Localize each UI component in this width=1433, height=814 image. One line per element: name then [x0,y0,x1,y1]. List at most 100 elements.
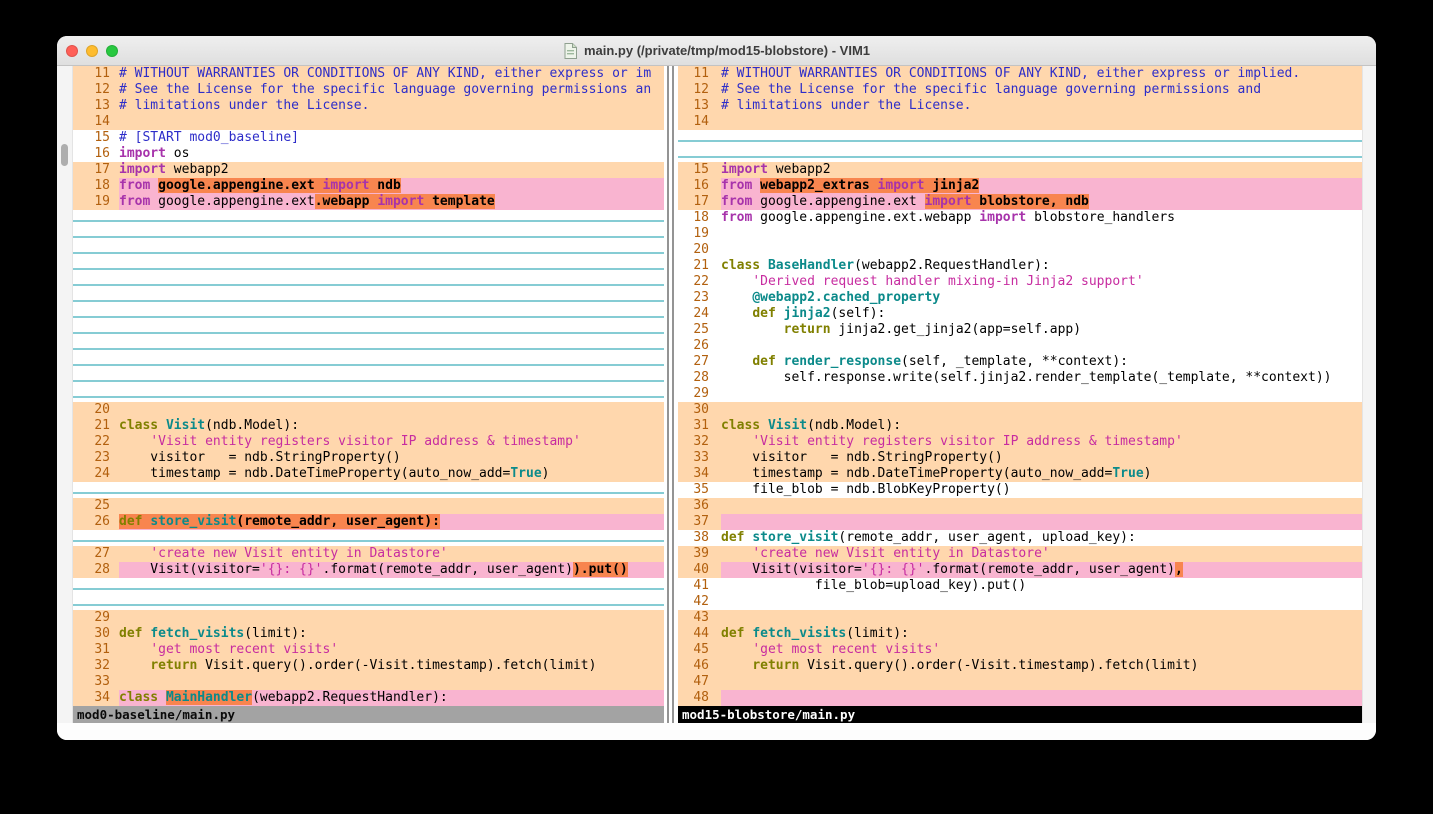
vim-pane-right[interactable]: 11# WITHOUT WARRANTIES OR CONDITIONS OF … [678,66,1362,723]
code-text [721,498,1362,514]
code-line-28: 28 Visit(visitor='{}: {}'.format(remote_… [73,562,664,578]
line-number: 19 [678,226,721,242]
vim-pane-left[interactable]: 11# WITHOUT WARRANTIES OR CONDITIONS OF … [73,66,664,723]
line-number: 24 [678,306,721,322]
titlebar[interactable]: main.py (/private/tmp/mod15-blobstore) -… [57,36,1376,66]
line-number: 36 [678,498,721,514]
line-number: 45 [678,642,721,658]
code-line-23: 23 visitor = ndb.StringProperty() [73,450,664,466]
code-text: class MainHandler(webapp2.RequestHandler… [119,690,664,706]
code-text: Visit(visitor='{}: {}'.format(remote_add… [119,562,664,578]
code-line-45: 45 'get most recent visits' [678,642,1362,658]
code-text: return Visit.query().order(-Visit.timest… [119,658,664,674]
terminal-window: main.py (/private/tmp/mod15-blobstore) -… [57,36,1376,740]
code-text: 'create new Visit entity in Datastore' [119,546,664,562]
line-number: 15 [73,130,119,146]
code-line-16: 16import os [73,146,664,162]
diff-filler-line [73,242,664,258]
code-line-44: 44def fetch_visits(limit): [678,626,1362,642]
code-text: 'get most recent visits' [119,642,664,658]
line-number: 33 [678,450,721,466]
line-number: 27 [678,354,721,370]
close-button[interactable] [66,45,78,57]
line-number: 41 [678,578,721,594]
diff-filler-line [73,530,664,546]
code-line-11: 11# WITHOUT WARRANTIES OR CONDITIONS OF … [678,66,1362,82]
line-number: 38 [678,530,721,546]
code-text: 'create new Visit entity in Datastore' [721,546,1362,562]
code-line-40: 40 Visit(visitor='{}: {}'.format(remote_… [678,562,1362,578]
line-number: 25 [678,322,721,338]
code-line-17: 17from google.appengine.ext import blobs… [678,194,1362,210]
code-line-12: 12# See the License for the specific lan… [678,82,1362,98]
code-text: import os [119,146,664,162]
minimize-button[interactable] [86,45,98,57]
code-line-33: 33 visitor = ndb.StringProperty() [678,450,1362,466]
code-text: def fetch_visits(limit): [119,626,664,642]
line-number: 31 [678,418,721,434]
code-text: # limitations under the License. [721,98,1362,114]
diff-filler-line [73,274,664,290]
code-line-37: 37 [678,514,1362,530]
code-line-31: 31class Visit(ndb.Model): [678,418,1362,434]
line-number: 14 [73,114,119,130]
line-number: 47 [678,674,721,690]
code-text: # limitations under the License. [119,98,664,114]
code-line-47: 47 [678,674,1362,690]
code-text [119,610,664,626]
zoom-button[interactable] [106,45,118,57]
scrollbar-thumb[interactable] [61,144,68,166]
code-line-13: 13# limitations under the License. [678,98,1362,114]
code-text: # WITHOUT WARRANTIES OR CONDITIONS OF AN… [119,66,664,82]
statusline-right: mod15-blobstore/main.py [678,706,1362,723]
line-number: 18 [678,210,721,226]
code-line-29: 29 [678,386,1362,402]
line-number: 22 [73,434,119,450]
diff-filler-line [73,258,664,274]
line-number: 18 [73,178,119,194]
line-number: 17 [678,194,721,210]
code-line-27: 27 def render_response(self, _template, … [678,354,1362,370]
line-number: 16 [678,178,721,194]
code-line-26: 26 [678,338,1362,354]
right-scrollbar-track[interactable] [1362,66,1376,723]
code-line-18: 18from google.appengine.ext.webapp impor… [678,210,1362,226]
code-line-33: 33 [73,674,664,690]
code-text [721,386,1362,402]
line-number: 34 [73,690,119,706]
code-line-41: 41 file_blob=upload_key).put() [678,578,1362,594]
diff-filler-line [73,370,664,386]
code-text: import webapp2 [119,162,664,178]
line-number: 29 [678,386,721,402]
vertical-split-separator[interactable] [664,66,678,723]
code-line-25: 25 return jinja2.get_jinja2(app=self.app… [678,322,1362,338]
code-line-35: 35 file_blob = ndb.BlobKeyProperty() [678,482,1362,498]
line-number: 37 [678,514,721,530]
vim-command-line[interactable] [57,723,1376,740]
code-text: class BaseHandler(webapp2.RequestHandler… [721,258,1362,274]
line-number: 32 [73,658,119,674]
code-text: def store_visit(remote_addr, user_agent,… [721,530,1362,546]
code-text [721,674,1362,690]
code-text: 'Derived request handler mixing-in Jinja… [721,274,1362,290]
line-number: 11 [678,66,721,82]
line-number: 24 [73,466,119,482]
code-text: self.response.write(self.jinja2.render_t… [721,370,1362,386]
code-text: def store_visit(remote_addr, user_agent)… [119,514,664,530]
code-line-21: 21class Visit(ndb.Model): [73,418,664,434]
code-rows-right: 11# WITHOUT WARRANTIES OR CONDITIONS OF … [678,66,1362,706]
line-number: 25 [73,498,119,514]
code-line-15: 15import webapp2 [678,162,1362,178]
code-rows-left: 11# WITHOUT WARRANTIES OR CONDITIONS OF … [73,66,664,706]
code-line-48: 48 [678,690,1362,706]
code-line-34: 34class MainHandler(webapp2.RequestHandl… [73,690,664,706]
line-number: 30 [73,626,119,642]
code-text: class Visit(ndb.Model): [119,418,664,434]
code-text [119,114,664,130]
code-text: 'get most recent visits' [721,642,1362,658]
code-line-28: 28 self.response.write(self.jinja2.rende… [678,370,1362,386]
vimdiff-area: 11 # WITHOUT WARRANTIES OR CONDITIONS OF … [57,66,1376,723]
code-text [721,514,1362,530]
code-text: def fetch_visits(limit): [721,626,1362,642]
code-line-30: 30def fetch_visits(limit): [73,626,664,642]
